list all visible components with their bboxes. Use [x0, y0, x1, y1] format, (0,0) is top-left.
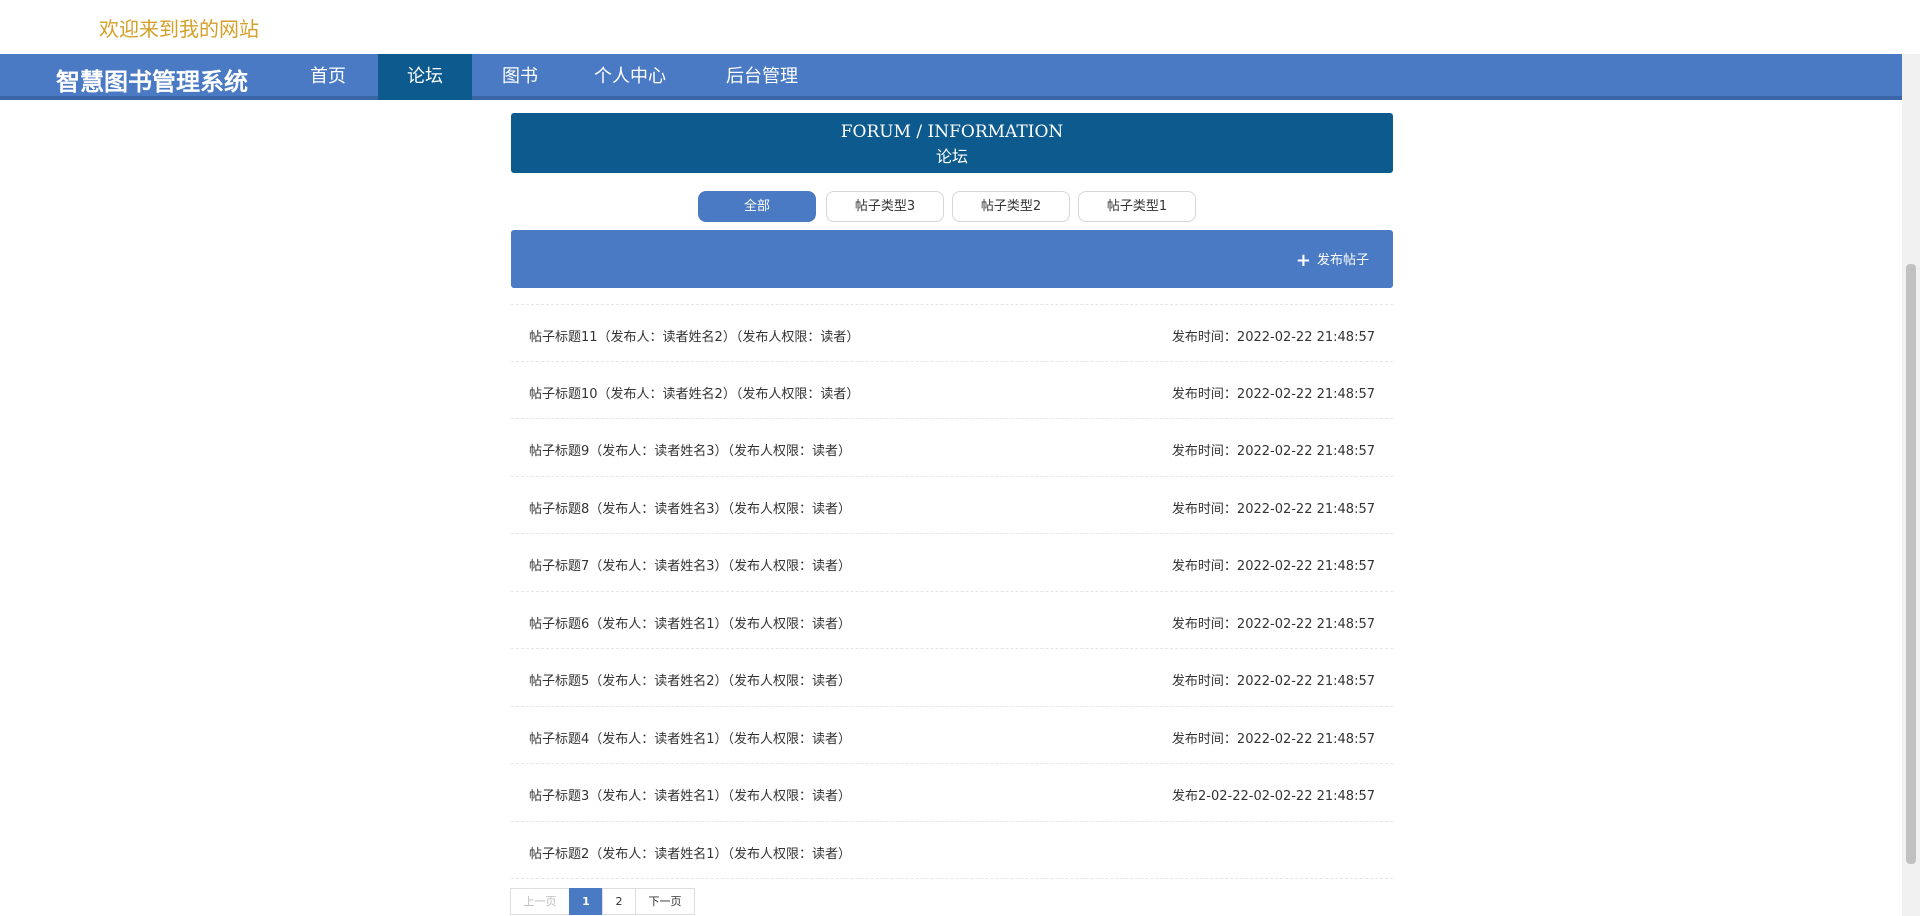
list-item[interactable]: 帖子标题6（发布人：读者姓名1）（发布人权限：读者） 发布时间：2022-02-… — [511, 592, 1393, 649]
post-time: 发布时间：2022-02-22 21:48:57 — [1171, 674, 1375, 689]
page-1-button[interactable]: 1 — [569, 888, 603, 915]
post-time: 发布时间：2022-02-22 21:48:57 — [1171, 386, 1375, 402]
post-title[interactable]: 帖子标题6（发布人：读者姓名1）（发布人权限：读者） — [529, 613, 851, 632]
filter-type2-button[interactable]: 帖子类型2 — [952, 191, 1070, 222]
forum-title-en: FORUM / INFORMATION — [840, 122, 1064, 142]
top-header: 欢迎来到我的网站 — [0, 0, 1920, 54]
list-item[interactable]: 帖子标题7（发布人：读者姓名3）（发布人权限：读者） 发布时间：2022-02-… — [511, 534, 1393, 592]
forum-action-bar: + 发布帖子 — [511, 230, 1393, 288]
list-item[interactable]: 帖子标题5（发布人：读者姓名2）（发布人权限：读者） 发布时间：2022-02-… — [511, 649, 1393, 707]
post-time: 发布时间：2022-02-22 21:48:57 — [1171, 559, 1375, 574]
nav-item-home[interactable]: 首页 — [290, 54, 366, 100]
nav-item-books[interactable]: 图书 — [482, 54, 558, 100]
post-time: 发布2-02-22-02-02-22 21:48:57 — [1172, 789, 1375, 804]
post-title[interactable]: 帖子标题4（发布人：读者姓名1）（发布人权限：读者） — [529, 728, 851, 747]
post-title[interactable]: 帖子标题2（发布人：读者姓名1）（发布人权限：读者） — [529, 843, 851, 862]
next-page-button[interactable]: 下一页 — [635, 888, 695, 915]
post-time: 发布时间：2022-02-22 21:48:57 — [1171, 330, 1375, 345]
post-title[interactable]: 帖子标题11（发布人：读者姓名2）（发布人权限：读者） — [529, 326, 859, 345]
publish-post-label: 发布帖子 — [1316, 253, 1369, 268]
post-title[interactable]: 帖子标题7（发布人：读者姓名3）（发布人权限：读者） — [529, 555, 851, 574]
list-item[interactable]: 帖子标题8（发布人：读者姓名3）（发布人权限：读者） 发布时间：2022-02-… — [511, 477, 1393, 534]
list-item[interactable]: 帖子标题2（发布人：读者姓名1）（发布人权限：读者） — [511, 822, 1393, 879]
prev-page-button[interactable]: 上一页 — [510, 888, 570, 915]
list-item[interactable]: 帖子标题3（发布人：读者姓名1）（发布人权限：读者） 发布2-02-22-02-… — [511, 764, 1393, 822]
forum-banner: FORUM / INFORMATION 论坛 — [511, 113, 1393, 173]
filter-type3-button[interactable]: 帖子类型3 — [826, 191, 944, 222]
post-title[interactable]: 帖子标题5（发布人：读者姓名2）（发布人权限：读者） — [529, 670, 851, 689]
list-item[interactable]: 帖子标题11（发布人：读者姓名2）（发布人权限：读者） 发布时间：2022-02… — [511, 304, 1393, 362]
pagination: 上一页 1 2 下一页 — [510, 888, 695, 915]
main-navbar: 智慧图书管理系统 首页 论坛 图书 个人中心 后台管理 — [0, 54, 1902, 100]
nav-item-personal-center[interactable]: 个人中心 — [580, 54, 680, 100]
welcome-text: 欢迎来到我的网站 — [99, 17, 259, 41]
post-time: 发布时间：2022-02-22 21:48:57 — [1171, 731, 1375, 747]
nav-item-admin[interactable]: 后台管理 — [712, 54, 812, 100]
post-title[interactable]: 帖子标题10（发布人：读者姓名2）（发布人权限：读者） — [529, 383, 859, 402]
filter-all-button[interactable]: 全部 — [698, 191, 816, 222]
plus-icon: + — [1295, 250, 1311, 271]
publish-post-button[interactable]: + 发布帖子 — [1296, 249, 1369, 271]
filter-type1-button[interactable]: 帖子类型1 — [1078, 191, 1196, 222]
list-item[interactable]: 帖子标题10（发布人：读者姓名2）（发布人权限：读者） 发布时间：2022-02… — [511, 362, 1393, 419]
post-time: 发布时间：2022-02-22 21:48:57 — [1171, 501, 1375, 517]
post-time: 发布时间：2022-02-22 21:48:57 — [1171, 616, 1375, 632]
list-item[interactable]: 帖子标题4（发布人：读者姓名1）（发布人权限：读者） 发布时间：2022-02-… — [511, 707, 1393, 764]
scrollbar-thumb[interactable] — [1906, 264, 1916, 864]
list-item[interactable]: 帖子标题9（发布人：读者姓名3）（发布人权限：读者） 发布时间：2022-02-… — [511, 419, 1393, 477]
page-scrollbar[interactable] — [1902, 54, 1920, 916]
forum-title-cn: 论坛 — [935, 147, 968, 166]
site-brand[interactable]: 智慧图书管理系统 — [56, 62, 248, 97]
nav-item-forum[interactable]: 论坛 — [378, 54, 472, 100]
post-time: 发布时间：2022-02-22 21:48:57 — [1171, 444, 1375, 459]
post-title[interactable]: 帖子标题3（发布人：读者姓名1）（发布人权限：读者） — [529, 785, 851, 804]
page-2-button[interactable]: 2 — [602, 888, 636, 915]
post-title[interactable]: 帖子标题8（发布人：读者姓名3）（发布人权限：读者） — [529, 498, 851, 517]
post-list: 帖子标题11（发布人：读者姓名2）（发布人权限：读者） 发布时间：2022-02… — [511, 304, 1393, 879]
post-title[interactable]: 帖子标题9（发布人：读者姓名3）（发布人权限：读者） — [529, 440, 851, 459]
